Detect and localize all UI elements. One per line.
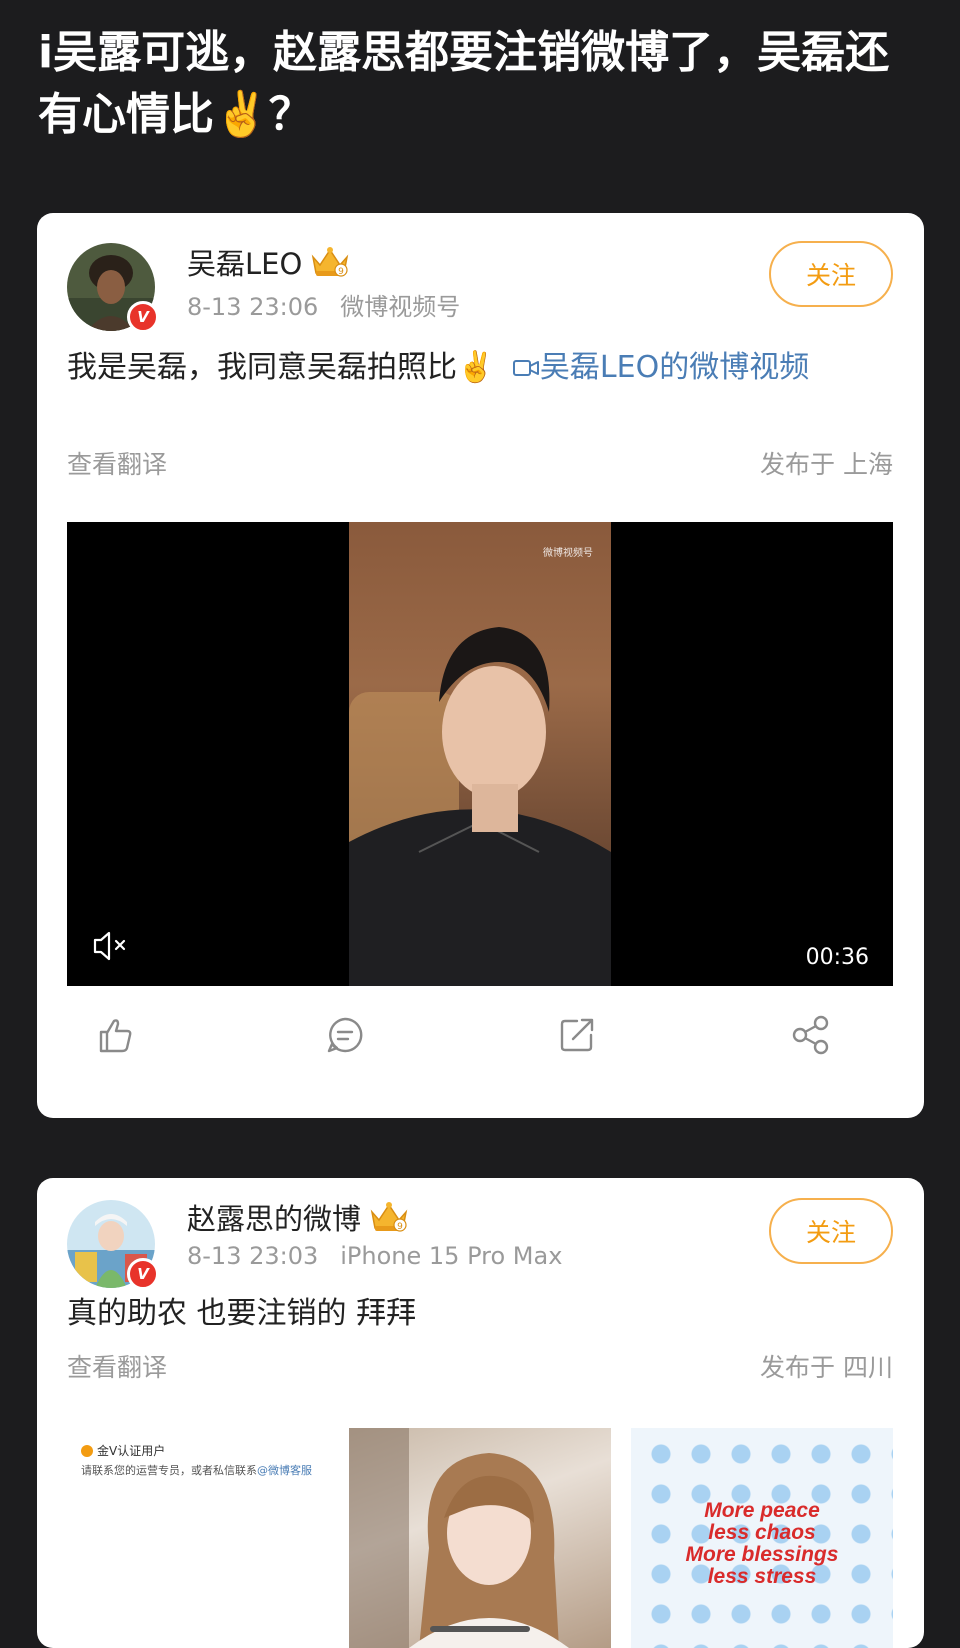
post-subrow: 查看翻译 发布于 四川: [67, 1348, 893, 1384]
timestamp: 8-13 23:06: [187, 293, 319, 321]
username[interactable]: 吴磊LEO: [187, 241, 302, 283]
video-camera-icon: [512, 360, 539, 376]
like-icon[interactable]: [93, 1013, 137, 1057]
post-body: 我是吴磊，我同意吴磊拍照比✌️: [67, 350, 495, 385]
gallery-image-portrait[interactable]: [349, 1428, 611, 1648]
video-link[interactable]: 吴磊LEO的微博视频: [504, 350, 809, 385]
username-row[interactable]: 赵露思的微博 9: [187, 1196, 409, 1238]
location: 发布于 四川: [760, 1353, 893, 1382]
post-subrow: 查看翻译 发布于 上海: [67, 445, 893, 481]
translate-link[interactable]: 查看翻译: [67, 1348, 167, 1384]
repost-icon[interactable]: [555, 1013, 599, 1057]
gallery-image-notice[interactable]: 金V认证用户 请联系您的运营专员，或者私信联系@微博客服: [67, 1428, 329, 1648]
follow-button[interactable]: 关注: [769, 241, 893, 307]
notice-badge: 金V认证用户: [81, 1442, 165, 1459]
username-row[interactable]: 吴磊LEO 9: [187, 241, 350, 283]
weibo-post-card: V 赵露思的微博 9 8-13 23:03 iPhone 15 Pro Max 关…: [37, 1178, 924, 1648]
location: 发布于 上海: [760, 450, 893, 479]
crown-icon: 9: [369, 1200, 409, 1234]
post-text: 我是吴磊，我同意吴磊拍照比✌️ 吴磊LEO的微博视频: [67, 344, 867, 392]
notice-text-body: 请联系您的运营专员，或者私信联系: [81, 1464, 257, 1477]
gallery-image-motto[interactable]: More peace less chaos More blessings les…: [631, 1428, 893, 1648]
svg-text:9: 9: [338, 267, 344, 277]
username[interactable]: 赵露思的微博: [187, 1196, 361, 1238]
notice-text: 请联系您的运营专员，或者私信联系@微博客服: [81, 1462, 312, 1478]
headline: i吴露可逃，赵露思都要注销微博了，吴磊还有心情比✌️？: [38, 27, 890, 140]
image-gallery: 金V认证用户 请联系您的运营专员，或者私信联系@微博客服 More peace …: [67, 1428, 893, 1648]
mute-icon[interactable]: [91, 928, 133, 964]
post-meta: 8-13 23:03 iPhone 15 Pro Max: [187, 1242, 562, 1270]
video-frame: 微博视频号: [349, 522, 611, 986]
crown-icon: 9: [310, 245, 350, 279]
video-player[interactable]: 微博视频号 00:36: [67, 522, 893, 986]
svg-text:9: 9: [397, 1222, 403, 1232]
translate-link[interactable]: 查看翻译: [67, 445, 167, 481]
video-watermark: 微博视频号: [543, 548, 593, 559]
timestamp: 8-13 23:03: [187, 1242, 319, 1270]
video-link-label[interactable]: 吴磊LEO的微博视频: [540, 350, 809, 385]
gold-v-icon: [81, 1444, 93, 1457]
post-source: 微博视频号: [340, 293, 461, 321]
weibo-post-card: V 吴磊LEO 9 8-13 23:06 微博视频号 关注 我是吴磊，我同意吴磊拍…: [37, 213, 924, 1118]
motto-line: less chaos: [708, 1521, 816, 1544]
avatar[interactable]: V: [67, 243, 159, 333]
comment-icon[interactable]: [323, 1013, 367, 1057]
verified-badge: V: [127, 1258, 159, 1290]
follow-button[interactable]: 关注: [769, 1198, 893, 1264]
verified-badge: V: [127, 301, 159, 333]
motto-line: More blessings: [685, 1543, 839, 1566]
motto-line: More peace: [704, 1499, 820, 1522]
share-icon[interactable]: [789, 1013, 833, 1057]
post-meta: 8-13 23:06 微博视频号: [187, 287, 460, 322]
action-bar: [37, 1013, 924, 1073]
notice-link: @微博客服: [257, 1464, 312, 1477]
post-body: 真的助农 也要注销的 拜拜: [67, 1296, 417, 1331]
motto-line: less stress: [707, 1565, 817, 1588]
post-source: iPhone 15 Pro Max: [340, 1242, 563, 1270]
video-duration: 00:36: [805, 945, 869, 970]
notice-badge-label: 金V认证用户: [97, 1444, 166, 1458]
avatar[interactable]: V: [67, 1200, 159, 1290]
motto-text: More peace less chaos More blessings les…: [631, 1500, 893, 1588]
home-indicator[interactable]: [430, 1626, 530, 1632]
